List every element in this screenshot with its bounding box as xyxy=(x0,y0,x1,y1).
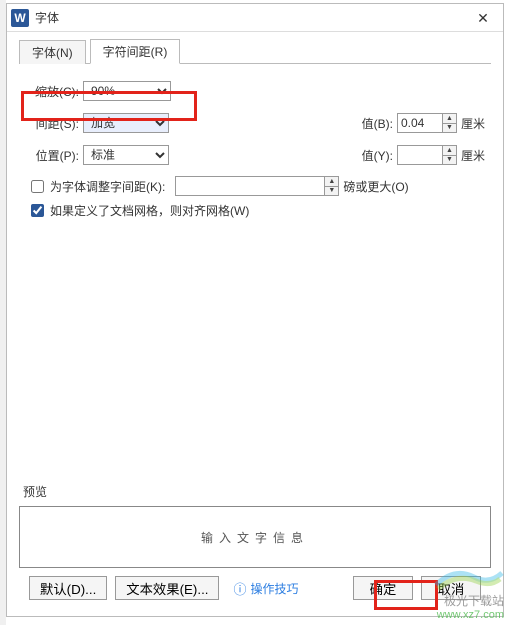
preview-box: 输入文字信息 xyxy=(19,506,491,568)
close-button[interactable]: ✕ xyxy=(463,4,503,32)
app-icon: W xyxy=(11,9,29,27)
spacing-select[interactable]: 加宽 xyxy=(83,113,169,133)
kerning-spinner[interactable]: ▲ ▼ xyxy=(175,176,339,196)
window-title: 字体 xyxy=(35,9,59,26)
row-kerning: 为字体调整字间距(K): ▲ ▼ 磅或更大(O) xyxy=(31,176,485,196)
preview-section: 预览 输入文字信息 xyxy=(19,473,491,568)
value-y-spin-down[interactable]: ▼ xyxy=(443,156,456,165)
titlebar: W 字体 ✕ xyxy=(7,4,503,32)
value-y-unit: 厘米 xyxy=(461,147,485,164)
snap-grid-label[interactable]: 如果定义了文档网格，则对齐网格(W) xyxy=(50,202,249,219)
tips-link[interactable]: ⓘ 操作技巧 xyxy=(233,579,298,598)
kerning-spin-down[interactable]: ▼ xyxy=(325,187,338,196)
row-spacing: 间距(S): 加宽 值(B): ▲ ▼ 厘米 xyxy=(25,112,485,134)
row-snap-grid: 如果定义了文档网格，则对齐网格(W) xyxy=(31,202,485,219)
value-b-spin-up[interactable]: ▲ xyxy=(443,114,456,124)
text-effect-button[interactable]: 文本效果(E)... xyxy=(115,576,219,600)
ok-button[interactable]: 确定 xyxy=(353,576,413,600)
value-b-spin-down[interactable]: ▼ xyxy=(443,124,456,133)
tab-strip: 字体(N) 字符间距(R) xyxy=(19,40,491,64)
value-b-unit: 厘米 xyxy=(461,115,485,132)
value-b-label: 值(B): xyxy=(349,115,393,132)
kerning-unit: 磅或更大(O) xyxy=(343,178,408,195)
dialog-content: 字体(N) 字符间距(R) 缩放(C): 90% 间距(S): 加宽 值(B): xyxy=(7,32,503,616)
zoom-select[interactable]: 90% xyxy=(83,81,171,101)
value-y-spin-up[interactable]: ▲ xyxy=(443,146,456,156)
position-label: 位置(P): xyxy=(25,147,79,164)
kerning-label[interactable]: 为字体调整字间距(K): xyxy=(50,178,165,195)
value-b-spinner[interactable]: ▲ ▼ xyxy=(397,113,457,133)
kerning-checkbox[interactable] xyxy=(31,180,44,193)
preview-placeholder: 输入文字信息 xyxy=(201,529,309,546)
value-y-spinner[interactable]: ▲ ▼ xyxy=(397,145,457,165)
form-area: 缩放(C): 90% 间距(S): 加宽 值(B): ▲ ▼ xyxy=(19,64,491,225)
default-button[interactable]: 默认(D)... xyxy=(29,576,107,600)
dialog-footer: 默认(D)... 文本效果(E)... ⓘ 操作技巧 确定 取消 xyxy=(19,568,491,608)
close-icon: ✕ xyxy=(477,10,489,27)
kerning-input[interactable] xyxy=(176,177,324,195)
row-zoom: 缩放(C): 90% xyxy=(25,80,485,102)
kerning-spin-up[interactable]: ▲ xyxy=(325,177,338,187)
tab-font[interactable]: 字体(N) xyxy=(19,40,86,64)
zoom-label: 缩放(C): xyxy=(25,83,79,100)
value-b-input[interactable] xyxy=(398,114,442,132)
value-y-input[interactable] xyxy=(398,146,442,164)
snap-grid-checkbox[interactable] xyxy=(31,204,44,217)
row-position: 位置(P): 标准 值(Y): ▲ ▼ 厘米 xyxy=(25,144,485,166)
font-dialog-window: W 字体 ✕ 字体(N) 字符间距(R) 缩放(C): 90% 间距(S): 加… xyxy=(6,3,504,617)
spacing-label: 间距(S): xyxy=(25,115,79,132)
tips-icon: ⓘ xyxy=(233,579,246,598)
tips-label: 操作技巧 xyxy=(251,580,299,597)
value-y-label: 值(Y): xyxy=(349,147,393,164)
tab-char-spacing[interactable]: 字符间距(R) xyxy=(90,39,181,64)
cancel-button[interactable]: 取消 xyxy=(421,576,481,600)
position-select[interactable]: 标准 xyxy=(83,145,169,165)
preview-title: 预览 xyxy=(23,483,491,500)
